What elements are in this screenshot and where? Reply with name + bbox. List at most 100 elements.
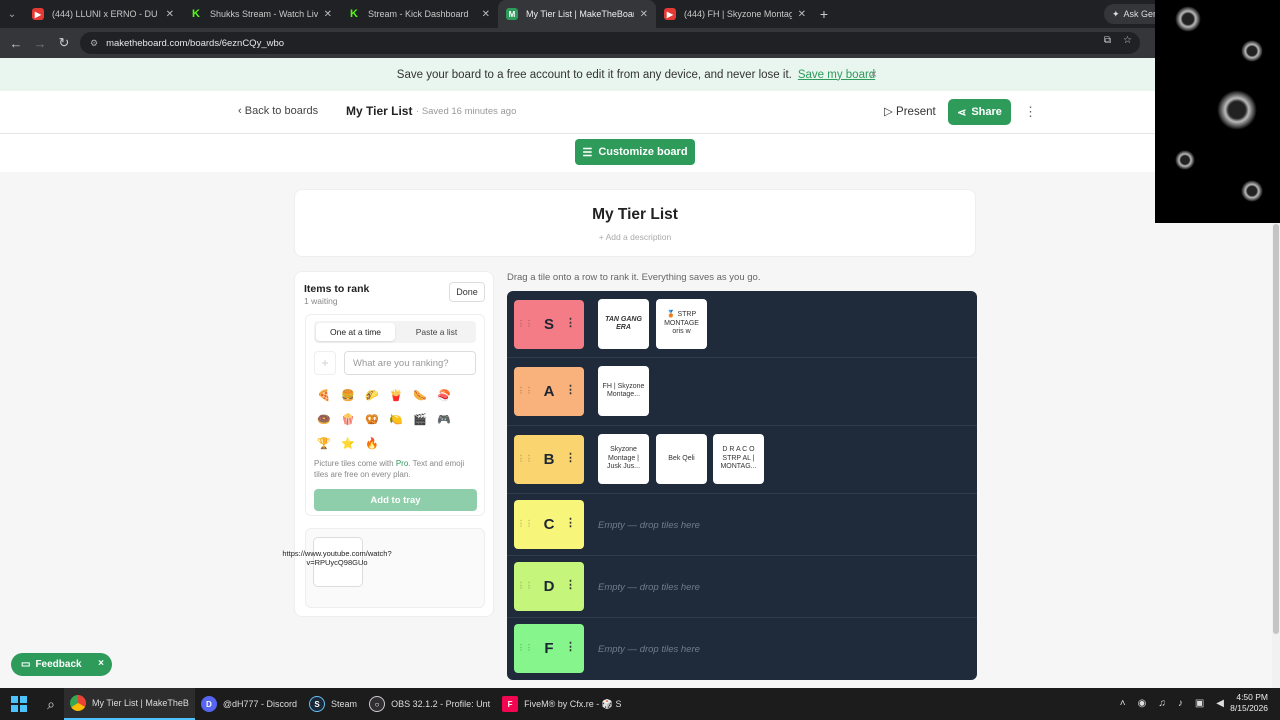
taskbar-app-discord[interactable]: D @dH777 - Discord xyxy=(195,688,303,720)
tab-one-at-a-time[interactable]: One at a time xyxy=(316,323,395,341)
tier-tile[interactable]: FH | Skyzone Montage... xyxy=(598,366,649,416)
tier-menu-icon[interactable]: ⋮ xyxy=(565,316,576,329)
tier-menu-icon[interactable]: ⋮ xyxy=(565,383,576,396)
tier-menu-icon[interactable]: ⋮ xyxy=(565,640,576,653)
save-my-board-link[interactable]: Save my board xyxy=(798,69,875,81)
drag-handle-icon[interactable]: ⋮⋮ xyxy=(517,581,533,590)
add-image-button[interactable]: + xyxy=(314,351,336,375)
new-tab-button[interactable]: + xyxy=(814,6,834,22)
item-text-input[interactable] xyxy=(344,351,476,375)
volume-icon[interactable]: ◀ xyxy=(1216,698,1224,709)
emoji-option[interactable]: 🍩 xyxy=(314,409,334,429)
headset-icon[interactable]: ♫ xyxy=(1158,698,1166,709)
taskbar-app-steam[interactable]: S Steam xyxy=(303,688,363,720)
tier-menu-icon[interactable]: ⋮ xyxy=(565,578,576,591)
feedback-button[interactable]: ▭ Feedback × xyxy=(11,653,112,676)
emoji-option[interactable]: 🍟 xyxy=(386,385,406,405)
browser-tab-strip: ⌄ ▶ (444) LLUNI x ERNO - DU ME P... ✕ K Shu… xyxy=(0,0,1280,28)
close-tab-icon[interactable]: ✕ xyxy=(166,9,174,20)
drag-hint: Drag a tile onto a row to rank it. Every… xyxy=(507,272,761,283)
emoji-option[interactable]: 🍔 xyxy=(338,385,358,405)
tier-tile[interactable]: 🥉 STRP MONTAGE oris w xyxy=(656,299,707,349)
emoji-option[interactable]: 🔥 xyxy=(362,433,382,453)
board-heading[interactable]: My Tier List xyxy=(295,206,975,224)
present-button[interactable]: ▷ Present xyxy=(884,104,936,118)
done-button[interactable]: Done xyxy=(449,282,485,302)
emoji-option[interactable]: 🌭 xyxy=(410,385,430,405)
board-title[interactable]: My Tier List xyxy=(346,104,412,118)
tier-label-d[interactable]: ⋮⋮ D ⋮ xyxy=(514,562,584,611)
emoji-option[interactable]: 🍣 xyxy=(434,385,454,405)
taskbar-app-obs[interactable]: ○ OBS 32.1.2 - Profile: Unt xyxy=(363,688,496,720)
taskbar-app-fivem[interactable]: F FiveM® by Cfx.re - 🎲 S xyxy=(496,688,627,720)
share-button[interactable]: ⋖ Share xyxy=(948,99,1011,125)
microphone-icon[interactable]: ♪ xyxy=(1178,698,1183,709)
browser-tab[interactable]: ▶ (444) LLUNI x ERNO - DU ME P... ✕ xyxy=(24,0,182,28)
tier-label-a[interactable]: ⋮⋮ A ⋮ xyxy=(514,367,584,416)
start-button[interactable] xyxy=(0,696,38,712)
close-tab-icon[interactable]: ✕ xyxy=(482,9,490,20)
add-to-tray-button[interactable]: Add to tray xyxy=(314,489,477,511)
site-info-icon[interactable]: ⚙ xyxy=(90,38,98,49)
scrollbar-thumb[interactable] xyxy=(1273,224,1279,634)
kick-icon: K xyxy=(350,8,358,20)
tab-paste-a-list[interactable]: Paste a list xyxy=(397,321,476,343)
tab-search-icon[interactable]: ⌄ xyxy=(0,0,24,28)
tier-letter: C xyxy=(543,516,555,533)
steam-tray-icon[interactable]: ◉ xyxy=(1138,698,1147,709)
tier-tile[interactable]: D R A C O STRP AL | MONTAG... xyxy=(713,434,764,484)
emoji-option[interactable]: 🍋 xyxy=(386,409,406,429)
taskbar-app-chrome[interactable]: My Tier List | MakeTheB xyxy=(64,688,195,720)
more-options-icon[interactable]: ⋮ xyxy=(1024,104,1037,120)
browser-tab[interactable]: K Shukks Stream - Watch Live on ✕ xyxy=(182,0,340,28)
tier-label-b[interactable]: ⋮⋮ B ⋮ xyxy=(514,435,584,484)
drag-handle-icon[interactable]: ⋮⋮ xyxy=(517,519,533,528)
close-tab-icon[interactable]: ✕ xyxy=(798,9,806,20)
emoji-option[interactable]: 🎬 xyxy=(410,409,430,429)
emoji-option[interactable]: 🌮 xyxy=(362,385,382,405)
drag-handle-icon[interactable]: ⋮⋮ xyxy=(517,386,533,395)
drag-handle-icon[interactable]: ⋮⋮ xyxy=(517,319,533,328)
emoji-option[interactable]: 🍿 xyxy=(338,409,358,429)
tier-label-c[interactable]: ⋮⋮ C ⋮ xyxy=(514,500,584,549)
drag-handle-icon[interactable]: ⋮⋮ xyxy=(517,454,533,463)
back-to-boards-link[interactable]: ‹ Back to boards xyxy=(238,105,318,117)
pro-link[interactable]: Pro xyxy=(396,459,408,468)
install-app-icon[interactable]: ⧉ xyxy=(1104,35,1111,46)
browser-tab-active[interactable]: M My Tier List | MakeTheBoard ✕ xyxy=(498,0,656,28)
tier-label-s[interactable]: ⋮⋮ S ⋮ xyxy=(514,300,584,349)
address-bar[interactable]: ⚙ maketheboard.com/boards/6eznCQy_wbo ⧉ ☆ xyxy=(80,32,1140,54)
drag-handle-icon[interactable]: ⋮⋮ xyxy=(517,643,533,652)
emoji-option[interactable]: 🏆 xyxy=(314,433,334,453)
chevron-up-icon[interactable]: ˄ xyxy=(1120,698,1126,709)
browser-tab[interactable]: ▶ (444) FH | Skyzone Montage #2 ✕ xyxy=(656,0,814,28)
search-icon[interactable]: ⌕ xyxy=(38,696,64,713)
chat-icon: ▭ xyxy=(21,659,31,670)
tier-menu-icon[interactable]: ⋮ xyxy=(565,451,576,464)
close-feedback-icon[interactable]: × xyxy=(98,658,104,669)
back-arrow-icon[interactable]: ← xyxy=(4,36,28,51)
emoji-option[interactable]: 🎮 xyxy=(434,409,454,429)
forward-arrow-icon[interactable]: → xyxy=(28,36,52,51)
customize-board-button[interactable]: ☰ Customize board xyxy=(575,139,695,165)
tier-tile[interactable]: TAN GANG ERA xyxy=(598,299,649,349)
empty-row-hint: Empty — drop tiles here xyxy=(598,644,700,655)
reload-icon[interactable]: ↻ xyxy=(52,35,76,51)
emoji-option[interactable]: 🍕 xyxy=(314,385,334,405)
maketheboard-icon: M xyxy=(506,8,518,20)
close-banner-icon[interactable]: × xyxy=(870,67,877,81)
emoji-option[interactable]: ⭐ xyxy=(338,433,358,453)
close-tab-icon[interactable]: ✕ xyxy=(640,9,648,20)
tier-tile[interactable]: Skyzone Montage | Jusk Jus... xyxy=(598,434,649,484)
emoji-option[interactable]: 🥨 xyxy=(362,409,382,429)
bookmark-star-icon[interactable]: ☆ xyxy=(1123,35,1132,46)
tier-label-f[interactable]: ⋮⋮ F ⋮ xyxy=(514,624,584,673)
system-clock[interactable]: 4:50 PM 8/15/2026 xyxy=(1230,692,1268,714)
tier-tile[interactable]: Bek Qeli xyxy=(656,434,707,484)
tip-text: Picture tiles come with xyxy=(314,459,396,468)
network-icon[interactable]: ▣ xyxy=(1195,698,1204,709)
close-tab-icon[interactable]: ✕ xyxy=(324,9,332,20)
add-description-link[interactable]: + Add a description xyxy=(295,232,975,242)
browser-tab[interactable]: K Stream - Kick Dashboard ✕ xyxy=(340,0,498,28)
tier-menu-icon[interactable]: ⋮ xyxy=(565,516,576,529)
